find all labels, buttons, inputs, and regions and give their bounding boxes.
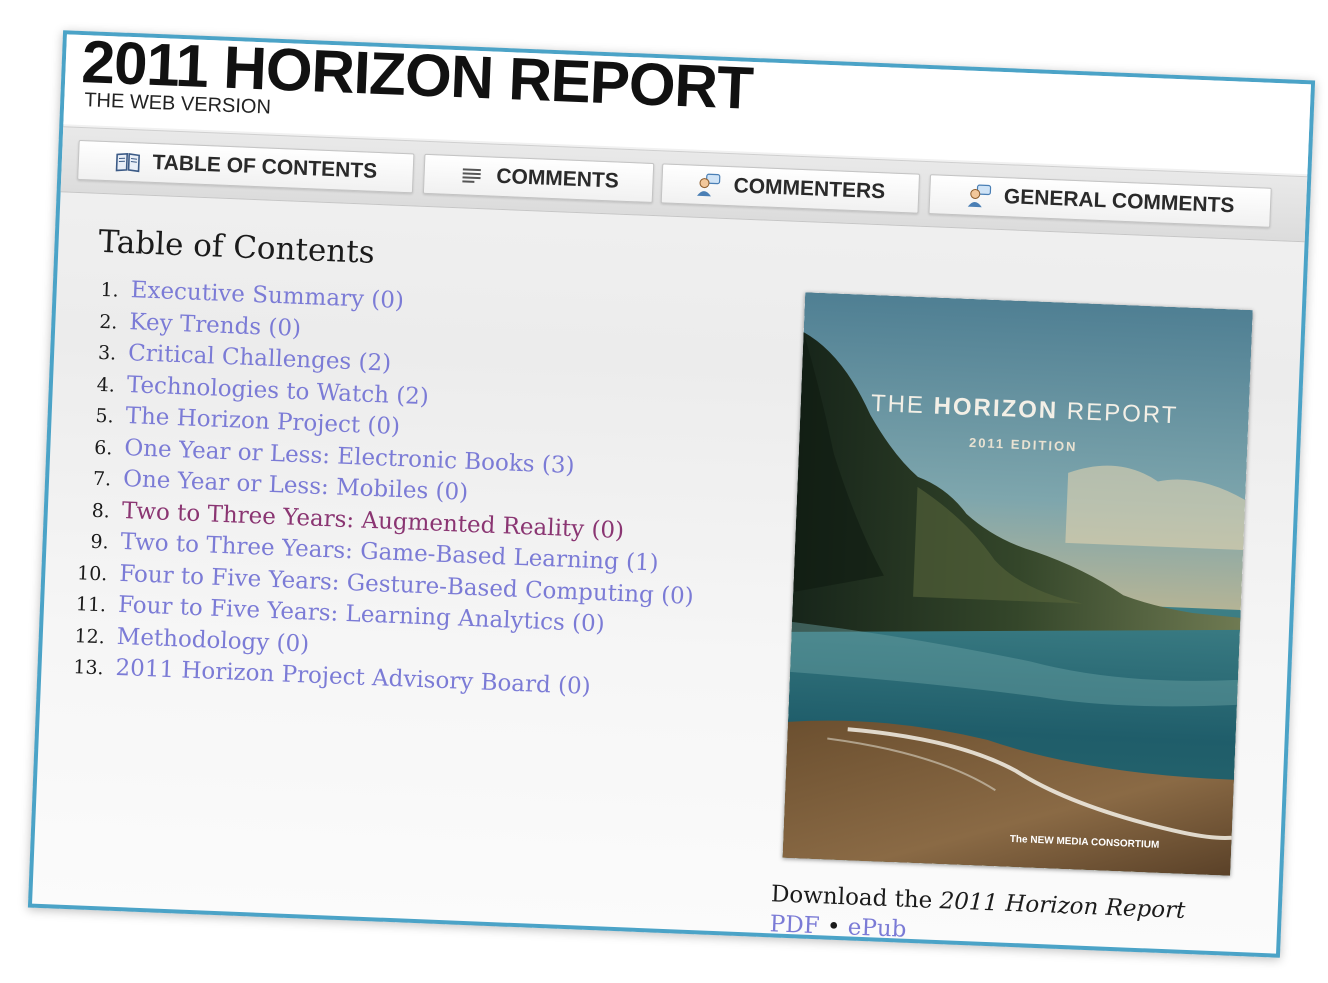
toc-list: 1. Executive Summary (0) 2. Key Trends (0)… (63, 275, 706, 709)
tab-commenters[interactable]: COMMENTERS (660, 163, 921, 214)
report-cover-image[interactable]: THE HORIZON REPORT 2011 EDITION The NEW … (782, 292, 1253, 876)
download-links: PDF • ePub (769, 911, 907, 942)
item-number: 3. (97, 341, 117, 365)
epub-download-link[interactable]: ePub (847, 914, 907, 942)
item-number: 1. (100, 278, 120, 302)
item-number: 9. (90, 530, 110, 554)
toc-link[interactable]: Executive Summary (0) (130, 277, 404, 314)
user-speech-icon (695, 172, 722, 199)
tab-label: COMMENTS (495, 164, 620, 193)
toc-link[interactable]: Key Trends (0) (129, 309, 302, 342)
item-number: 13. (72, 656, 104, 680)
pdf-download-link[interactable]: PDF (769, 911, 820, 939)
item-number: 2. (98, 310, 118, 334)
item-number: 11. (75, 593, 107, 617)
item-number: 10. (76, 561, 108, 585)
item-number: 8. (91, 499, 111, 522)
tab-table-of-contents[interactable]: TABLE OF CONTENTS (77, 139, 415, 194)
item-number: 6. (93, 436, 113, 460)
download-report-name: 2011 Horizon Report (939, 888, 1186, 924)
screenshot-stage: 2011 HORIZON REPORT THE WEB VERSION TABL… (0, 0, 1328, 983)
item-number: 4. (96, 373, 116, 397)
tab-comments[interactable]: COMMENTS (422, 153, 655, 204)
cover-title-report: REPORT (1066, 397, 1179, 430)
cover-illustration (782, 292, 1253, 876)
toc-heading: Table of Contents (97, 223, 376, 271)
tab-label: GENERAL COMMENTS (1003, 185, 1235, 218)
tab-general-comments[interactable]: GENERAL COMMENTS (928, 174, 1272, 228)
user-speech-icon (965, 183, 992, 210)
cover-title-the: THE (870, 389, 926, 420)
browser-page: 2011 HORIZON REPORT THE WEB VERSION TABL… (27, 28, 1316, 958)
item-number: 12. (74, 624, 106, 648)
item-number: 5. (95, 404, 115, 428)
comment-lines-icon (458, 162, 485, 189)
tab-label: TABLE OF CONTENTS (152, 150, 378, 183)
item-number: 7. (92, 467, 112, 491)
tab-label: COMMENTERS (733, 174, 886, 204)
cover-title-horizon: HORIZON (933, 392, 1059, 425)
download-prefix: Download the (770, 881, 933, 914)
book-icon (114, 148, 141, 175)
link-separator: • (826, 913, 842, 941)
